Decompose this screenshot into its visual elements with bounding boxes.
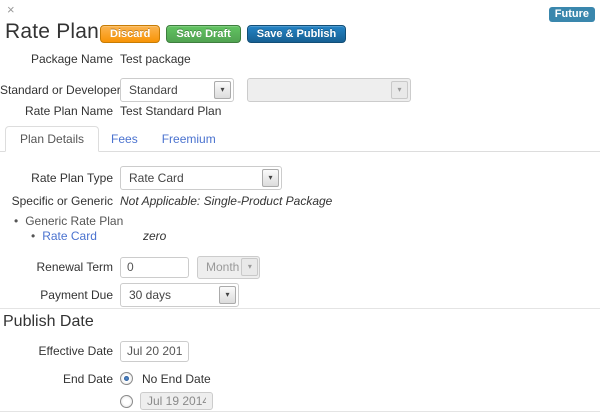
renewal-term-unit-value: Month bbox=[206, 260, 239, 274]
tab-bar: Plan Details Fees Freemium bbox=[0, 126, 600, 152]
rate-plan-page: × Rate Plan Discard Save Draft Save & Pu… bbox=[0, 0, 600, 416]
specific-or-generic-row: Specific or Generic Not Applicable: Sing… bbox=[0, 193, 332, 209]
effective-date-input[interactable] bbox=[120, 341, 189, 362]
future-status-badge[interactable]: Future bbox=[549, 7, 595, 22]
chevron-down-icon: ▾ bbox=[214, 81, 231, 99]
end-date-value-input bbox=[140, 392, 213, 410]
rate-plan-type-label: Rate Plan Type bbox=[0, 171, 113, 185]
end-date-option-row bbox=[0, 392, 213, 410]
payment-due-row: Payment Due 30 days ▾ bbox=[0, 283, 239, 307]
tab-fees[interactable]: Fees bbox=[99, 127, 150, 151]
package-name-label: Package Name bbox=[0, 52, 113, 66]
header-actions: Discard Save Draft Save & Publish bbox=[100, 25, 352, 43]
renewal-term-input[interactable] bbox=[120, 257, 189, 278]
discard-button[interactable]: Discard bbox=[100, 25, 160, 43]
standard-or-developer-row: Standard or Developer Standard ▾ ▾ bbox=[0, 78, 411, 102]
standard-or-developer-label: Standard or Developer bbox=[0, 83, 113, 97]
end-date-label: End Date bbox=[0, 372, 113, 386]
rate-card-link[interactable]: Rate Card bbox=[42, 229, 97, 243]
rate-plan-name-label: Rate Plan Name bbox=[0, 104, 113, 118]
chevron-down-icon: ▾ bbox=[219, 286, 236, 304]
standard-or-developer-selected-value: Standard bbox=[129, 83, 178, 97]
tab-plan-details[interactable]: Plan Details bbox=[5, 126, 99, 152]
end-date-row: End Date No End Date bbox=[0, 371, 211, 386]
close-icon[interactable]: × bbox=[7, 2, 15, 17]
bullet-icon: • bbox=[31, 229, 35, 243]
renewal-term-label: Renewal Term bbox=[0, 260, 113, 274]
save-publish-button[interactable]: Save & Publish bbox=[247, 25, 346, 43]
no-end-date-radio[interactable] bbox=[120, 372, 133, 385]
rate-card-item: • Rate Card bbox=[31, 229, 97, 243]
publish-date-heading: Publish Date bbox=[3, 313, 94, 331]
generic-rate-plan-item: • Generic Rate Plan bbox=[14, 214, 123, 228]
package-name-row: Package Name Test package bbox=[0, 51, 191, 67]
effective-date-row: Effective Date bbox=[0, 340, 189, 362]
save-draft-button[interactable]: Save Draft bbox=[166, 25, 240, 43]
standard-or-developer-select[interactable]: Standard ▾ bbox=[120, 78, 234, 102]
payment-due-label: Payment Due bbox=[0, 288, 113, 302]
specific-or-generic-label: Specific or Generic bbox=[0, 194, 113, 208]
chevron-down-icon: ▾ bbox=[241, 258, 258, 276]
rate-plan-type-selected-value: Rate Card bbox=[129, 171, 184, 185]
chevron-down-icon: ▾ bbox=[262, 169, 279, 187]
payment-due-select[interactable]: 30 days ▾ bbox=[120, 283, 239, 307]
payment-due-selected-value: 30 days bbox=[129, 288, 171, 302]
rate-plan-name-value: Test Standard Plan bbox=[120, 104, 221, 118]
bottom-divider bbox=[0, 411, 600, 412]
no-end-date-option-label: No End Date bbox=[142, 372, 211, 386]
specific-or-generic-value: Not Applicable: Single-Product Package bbox=[120, 194, 332, 208]
renewal-term-row: Renewal Term Month ▾ bbox=[0, 255, 260, 279]
chevron-down-icon: ▾ bbox=[391, 81, 408, 99]
bullet-icon: • bbox=[14, 214, 18, 228]
rate-plan-name-row: Rate Plan Name Test Standard Plan bbox=[0, 103, 221, 119]
effective-date-label: Effective Date bbox=[0, 344, 113, 358]
generic-rate-plan-label: Generic Rate Plan bbox=[25, 214, 123, 228]
section-divider bbox=[0, 308, 600, 309]
package-name-value: Test package bbox=[120, 52, 191, 66]
rate-plan-type-select[interactable]: Rate Card ▾ bbox=[120, 166, 282, 190]
rate-card-value: zero bbox=[143, 229, 166, 243]
end-date-radio[interactable] bbox=[120, 395, 133, 408]
tab-freemium[interactable]: Freemium bbox=[150, 127, 228, 151]
secondary-disabled-select: ▾ bbox=[247, 78, 411, 102]
page-title: Rate Plan bbox=[5, 20, 99, 44]
renewal-term-unit-select: Month ▾ bbox=[197, 256, 260, 279]
rate-plan-type-row: Rate Plan Type Rate Card ▾ bbox=[0, 166, 282, 190]
